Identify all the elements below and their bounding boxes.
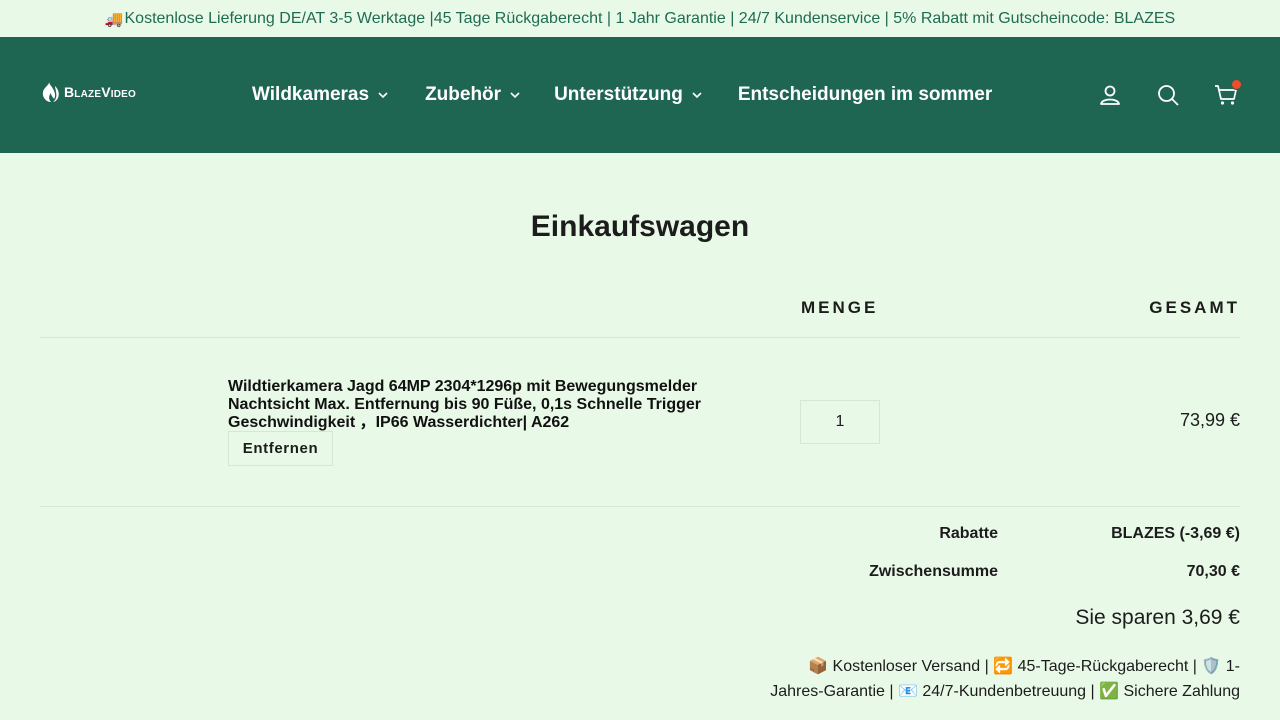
nav-item-wildkameras[interactable]: Wildkameras	[252, 84, 388, 106]
page-title: Einkaufswagen	[530, 210, 750, 243]
search-button[interactable]	[1154, 81, 1182, 109]
subtotal-value: 70,30 €	[1186, 563, 1240, 580]
column-header-quantity: MENGE	[801, 298, 879, 317]
chevron-down-icon	[510, 92, 520, 99]
subtotal-label: Zwischensumme	[869, 563, 998, 580]
announcement-text: Kostenlose Lieferung DE/AT 3-5 Werktage …	[124, 9, 1176, 27]
flame-icon	[42, 81, 59, 102]
nav-label: Wildkameras	[252, 84, 370, 105]
column-header-total: GESAMT	[1149, 298, 1240, 317]
trust-badges-text: 📦 Kostenloser Versand | 🔁 45-Tage-Rückga…	[770, 658, 1240, 700]
account-button[interactable]	[1096, 81, 1124, 109]
savings-text: Sie sparen 3,69 €	[1075, 606, 1240, 629]
nav-label: Entscheidungen im sommer	[737, 84, 993, 105]
account-icon	[1100, 85, 1120, 105]
nav-item-entscheidungen[interactable]: Entscheidungen im sommer	[738, 84, 992, 106]
divider	[40, 506, 1240, 507]
nav-item-zubehoer[interactable]: Zubehör	[425, 84, 520, 106]
nav-item-unterstuetzung[interactable]: Unterstützung	[554, 84, 702, 106]
chevron-down-icon	[692, 92, 702, 99]
product-title[interactable]: Wildtierkamera Jagd 64MP 2304*1296p mit …	[228, 378, 748, 432]
quantity-input[interactable]	[800, 400, 880, 444]
chevron-down-icon	[378, 92, 388, 99]
divider	[40, 337, 1240, 338]
search-icon	[1158, 85, 1179, 106]
site-header: BlazeVideo Wildkameras Zubehör Unterstüt…	[0, 37, 1280, 153]
logo-text: BlazeVideo	[64, 84, 137, 100]
main-nav: Wildkameras Zubehör Unterstützung Entsch…	[252, 37, 992, 153]
discount-label: Rabatte	[939, 525, 998, 542]
nav-label: Zubehör	[425, 84, 502, 105]
header-actions	[1096, 37, 1242, 153]
remove-button[interactable]: Entfernen	[228, 431, 333, 466]
cart-badge	[1231, 79, 1242, 90]
logo[interactable]: BlazeVideo	[40, 80, 136, 104]
nav-label: Unterstützung	[554, 84, 683, 105]
discount-value: BLAZES (-3,69 €)	[1111, 525, 1240, 542]
cart-button[interactable]	[1212, 79, 1242, 109]
announcement-bar: 🚚 Kostenlose Lieferung DE/AT 3-5 Werktag…	[0, 0, 1280, 37]
line-item-price: 73,99 €	[1179, 410, 1240, 430]
truck-icon: 🚚	[104, 10, 124, 28]
